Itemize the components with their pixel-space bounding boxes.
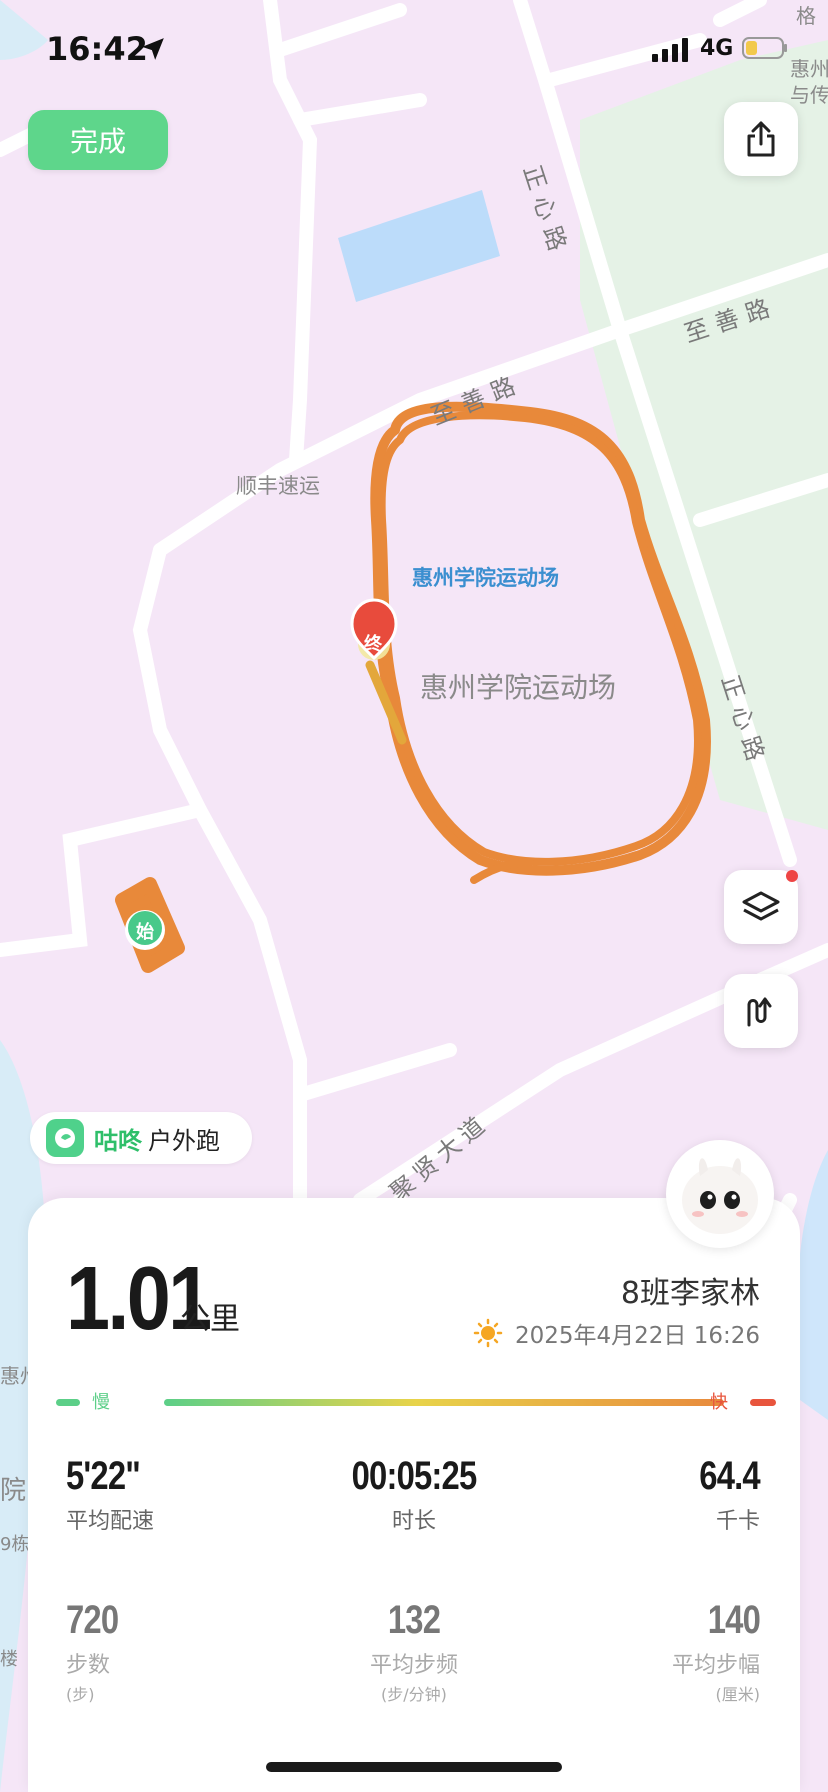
poi-label-stadium-gray: 惠州学院运动场: [420, 671, 617, 704]
stat-label: 平均配速: [66, 1509, 155, 1534]
sun-icon: [473, 1318, 503, 1348]
poi-label-shunfeng: 顺丰速运: [236, 474, 320, 498]
stat-label: 步数: [66, 1653, 111, 1678]
battery-icon: [742, 37, 787, 59]
share-icon: [747, 121, 775, 157]
stat-label: 平均步频: [369, 1653, 458, 1678]
user-name: 8班李家林: [620, 1276, 760, 1311]
stat-value: 720: [66, 1598, 119, 1642]
route-toggle-button[interactable]: [724, 974, 798, 1048]
home-indicator[interactable]: [266, 1762, 562, 1772]
activity-date: 2025年4月22日 16:26: [514, 1323, 760, 1349]
stat-label: 平均步幅: [671, 1653, 760, 1678]
pace-slow-label: 慢: [92, 1392, 110, 1413]
stat-cadence: 132 平均步频 (步/分钟): [264, 1598, 564, 1705]
poi-label-stadium-blue: 惠州学院运动场: [412, 566, 559, 590]
distance-unit: 公里: [180, 1302, 240, 1337]
pace-gradient-bar: [56, 1399, 776, 1406]
status-time: 16:42: [46, 30, 148, 68]
date-row: 2025年4月22日 16:26: [473, 1316, 760, 1350]
summary-card: 1.01 公里 8班李家林 2025年4月22日 16:26 慢 快 5'22"…: [28, 1198, 800, 1792]
route-icon: [747, 997, 772, 1027]
stat-avg-pace: 5'22" 平均配速: [66, 1454, 156, 1535]
stat-label: 时长: [391, 1509, 436, 1534]
brand-name: 咕咚: [94, 1126, 142, 1155]
map-layers-button[interactable]: [724, 870, 798, 944]
poi-label-edge-left4: 楼: [0, 1649, 18, 1670]
stat-calories: 64.4 千卡: [686, 1454, 760, 1535]
stat-stride: 140 平均步幅 (厘米): [671, 1598, 761, 1705]
stat-value: 00:05:25: [351, 1454, 478, 1498]
layers-icon: [742, 891, 780, 921]
stat-unit: (步/分钟): [381, 1685, 447, 1704]
activity-type: 户外跑: [148, 1126, 220, 1155]
mascot-icon: [682, 1158, 758, 1234]
stat-unit: (厘米): [715, 1685, 761, 1704]
notification-dot: [786, 870, 798, 882]
stat-steps: 720 步数 (步): [66, 1598, 130, 1705]
brand-pill: 咕咚 户外跑: [30, 1112, 252, 1164]
location-arrow-icon: [142, 38, 164, 60]
share-button[interactable]: [724, 102, 798, 176]
end-marker-label: 终: [364, 634, 382, 655]
stat-duration: 00:05:25 时长: [264, 1454, 564, 1535]
start-marker-label: 始: [136, 922, 154, 943]
stat-value: 5'22": [66, 1454, 141, 1498]
stat-value: 132: [387, 1598, 441, 1642]
stat-label: 千卡: [715, 1509, 760, 1534]
stat-unit: (步): [66, 1685, 95, 1704]
signal-icon: [652, 38, 688, 62]
poi-label-edge-left3: 9栋: [0, 1534, 30, 1555]
pace-fast-label: 快: [710, 1392, 728, 1413]
done-button[interactable]: 完成: [28, 110, 168, 170]
stat-value: 140: [707, 1598, 761, 1642]
network-type: 4G: [700, 36, 734, 61]
codoon-logo-icon: [46, 1119, 84, 1157]
poi-label-edge-left2: 院: [0, 1476, 27, 1506]
status-bar: 16:42 4G: [0, 0, 828, 100]
stat-value: 64.4: [699, 1454, 760, 1498]
avatar[interactable]: [666, 1140, 774, 1248]
